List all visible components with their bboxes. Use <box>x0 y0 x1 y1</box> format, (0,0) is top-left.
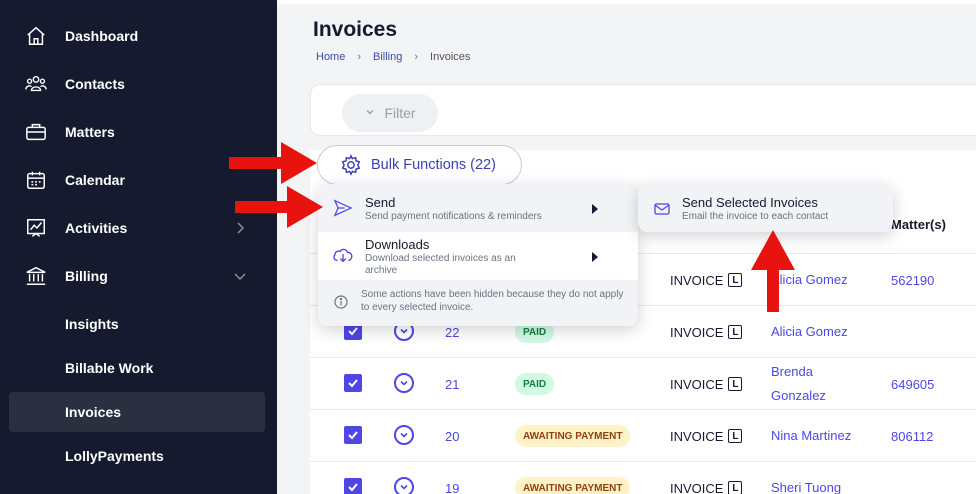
sidebar: Dashboard Contacts Matters Calendar Acti… <box>0 0 277 494</box>
invoice-number[interactable]: 21 <box>445 358 459 410</box>
annotation-arrow-up <box>751 230 795 312</box>
breadcrumb-separator-icon: › <box>357 51 362 63</box>
type-badge: L <box>728 325 743 339</box>
submenu-item-subtitle: Email the invoice to each contact <box>682 211 829 222</box>
contact-link[interactable]: Brenda Gonzalez <box>771 358 861 410</box>
sidebar-item-billing[interactable]: Billing <box>0 254 277 298</box>
breadcrumb-current: Invoices <box>430 51 471 63</box>
filter-button[interactable]: Filter <box>342 94 438 132</box>
row-checkbox[interactable] <box>344 478 362 494</box>
breadcrumb-billing[interactable]: Billing <box>373 51 402 63</box>
sidebar-subitem-invoices[interactable]: Invoices <box>9 392 265 432</box>
mail-icon <box>654 202 670 220</box>
chart-icon <box>24 216 48 240</box>
sidebar-item-dashboard[interactable]: Dashboard <box>0 14 277 58</box>
contact-link[interactable]: Sheri Tuong <box>771 462 841 494</box>
status-badge: AWAITING PAYMENT <box>515 425 631 447</box>
expand-row-icon[interactable] <box>394 425 414 445</box>
sidebar-subitem-lollypayments[interactable]: LollyPayments <box>9 436 265 476</box>
bulk-functions-label: Bulk Functions (22) <box>371 157 496 173</box>
invoice-type: INVOICE L <box>670 462 743 494</box>
calendar-icon <box>24 168 48 192</box>
send-submenu: Send Selected Invoices Email the invoice… <box>638 184 893 232</box>
sidebar-subitem-label: Billable Work <box>65 360 154 376</box>
sidebar-subitem-billable-work[interactable]: Billable Work <box>9 348 265 388</box>
sidebar-item-label: Billing <box>65 268 108 284</box>
type-badge: L <box>728 273 743 287</box>
gear-icon <box>340 154 362 180</box>
breadcrumb-home[interactable]: Home <box>316 51 345 63</box>
breadcrumb-separator-icon: › <box>414 51 419 63</box>
invoice-type: INVOICE L <box>670 254 743 306</box>
chevron-down-icon <box>364 105 376 121</box>
bulk-functions-menu: Send Send payment notifications & remind… <box>318 184 638 326</box>
type-badge: L <box>728 481 743 494</box>
menu-item-send[interactable]: Send Send payment notifications & remind… <box>318 184 638 232</box>
matter-link[interactable]: 562190 <box>891 254 934 306</box>
sidebar-item-label: Contacts <box>65 76 125 92</box>
top-bar <box>277 0 976 4</box>
menu-item-title: Downloads <box>365 237 430 252</box>
table-row[interactable]: 19 AWAITING PAYMENT INVOICE L Sheri Tuong <box>310 461 976 494</box>
annotation-arrow-right <box>229 142 317 184</box>
invoice-type: INVOICE L <box>670 306 743 358</box>
sidebar-item-contacts[interactable]: Contacts <box>0 62 277 106</box>
filter-label: Filter <box>384 105 416 121</box>
sidebar-item-label: Matters <box>65 124 115 140</box>
invoice-number[interactable]: 20 <box>445 410 459 462</box>
contact-link[interactable]: Alicia Gomez <box>771 306 848 358</box>
row-checkbox[interactable] <box>344 374 362 392</box>
users-icon <box>24 72 48 96</box>
menu-note: Some actions have been hidden because th… <box>318 280 638 326</box>
filter-card: Filter <box>310 84 976 136</box>
invoice-type: INVOICE L <box>670 358 743 410</box>
info-icon <box>334 295 348 314</box>
caret-right-icon <box>592 252 598 262</box>
send-icon <box>333 199 353 222</box>
matter-link[interactable]: 806112 <box>891 410 933 462</box>
expand-row-icon[interactable] <box>394 373 414 393</box>
sidebar-subitem-label: Insights <box>65 316 119 332</box>
sidebar-subitem-label: Invoices <box>65 404 122 420</box>
column-header-matters[interactable]: Matter(s) <box>891 217 946 232</box>
row-checkbox[interactable] <box>344 426 362 444</box>
type-badge: L <box>728 429 743 443</box>
matter-link[interactable]: 649605 <box>891 358 934 410</box>
chevron-down-icon <box>232 268 248 284</box>
sidebar-subitem-label: LollyPayments <box>65 448 164 464</box>
bank-icon <box>24 264 48 288</box>
menu-note-text: Some actions have been hidden because th… <box>361 289 624 313</box>
invoice-type: INVOICE L <box>670 410 743 462</box>
sidebar-item-label: Dashboard <box>65 28 139 44</box>
page-title: Invoices <box>313 18 398 41</box>
breadcrumb: Home › Billing › Invoices <box>316 51 470 63</box>
table-row[interactable]: 20 AWAITING PAYMENT INVOICE L Nina Martin… <box>310 409 976 461</box>
caret-right-icon <box>592 204 598 214</box>
sidebar-subitem-insights[interactable]: Insights <box>9 304 265 344</box>
status-badge: AWAITING PAYMENT <box>515 477 631 494</box>
sidebar-item-label: Calendar <box>65 172 125 188</box>
submenu-item-title: Send Selected Invoices <box>682 195 818 210</box>
menu-item-send-selected-invoices[interactable]: Send Selected Invoices Email the invoice… <box>638 184 893 232</box>
menu-item-downloads[interactable]: Downloads Download selected invoices as … <box>318 232 638 280</box>
menu-item-subtitle: Send payment notifications & reminders <box>365 211 542 222</box>
briefcase-icon <box>24 120 48 144</box>
bulk-functions-button[interactable]: Bulk Functions (22) <box>317 145 522 185</box>
sidebar-item-label: Activities <box>65 220 128 236</box>
invoice-number[interactable]: 19 <box>445 462 459 494</box>
annotation-arrow-right <box>235 186 323 228</box>
expand-row-icon[interactable] <box>394 477 414 494</box>
table-row[interactable]: 21 PAID INVOICE L Brenda Gonzalez 649605 <box>310 357 976 409</box>
cloud-download-icon <box>332 246 354 269</box>
type-badge: L <box>728 377 743 391</box>
status-badge: PAID <box>515 373 555 395</box>
menu-item-title: Send <box>365 195 396 210</box>
home-icon <box>24 24 48 48</box>
contact-link[interactable]: Nina Martinez <box>771 410 851 462</box>
menu-item-subtitle: Download selected invoices as an archive <box>365 253 516 276</box>
